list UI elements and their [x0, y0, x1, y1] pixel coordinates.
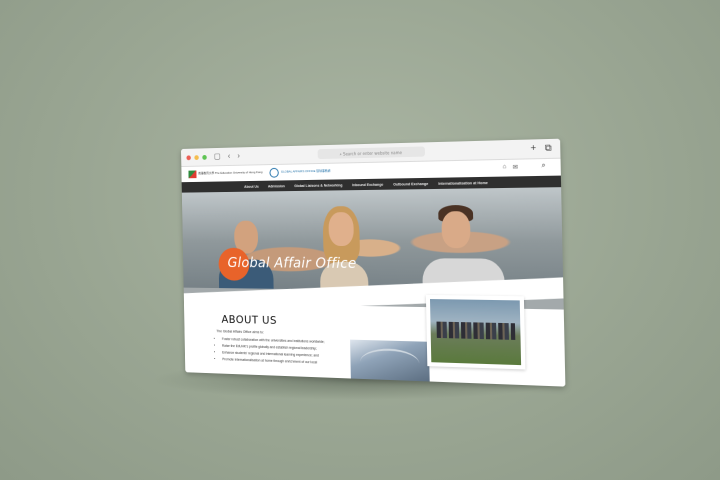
gao-logo[interactable]: GLOBAL AFFAIRS OFFICE 環球事務處 [270, 167, 331, 178]
nav-item-admission[interactable]: Admission [268, 184, 285, 188]
tabs-icon[interactable]: ⧉ [545, 142, 552, 154]
back-icon[interactable]: ‹ [228, 152, 231, 160]
browser-window: ▢ ‹ › ⌕ Search or enter website name + ⧉… [181, 139, 565, 387]
about-bullets: Foster robust collaboration with the uni… [216, 336, 325, 367]
hero-title: Global Affair Office [227, 255, 356, 271]
university-logo[interactable]: 香港教育大學 The Education University of Hong … [188, 169, 262, 178]
hero-photo-person [441, 211, 470, 248]
group-photo-image [430, 299, 521, 365]
about-intro: The Global Affairs Office aims to: [216, 329, 264, 334]
nav-item-internationalisation[interactable]: Internationalisation at Home [438, 180, 488, 185]
address-placeholder: Search or enter website name [343, 150, 402, 156]
about-section: ABOUT US The Global Affairs Office aims … [184, 303, 565, 387]
nav-item-outbound-exchange[interactable]: Outbound Exchange [393, 181, 428, 186]
group-photo-people [437, 322, 516, 340]
forward-icon[interactable]: › [237, 152, 240, 160]
mail-icon[interactable]: ✉ [513, 164, 518, 171]
campus-building-photo [350, 340, 430, 383]
new-tab-icon[interactable]: + [530, 142, 536, 154]
university-logo-mark [188, 170, 196, 178]
minimize-window-button[interactable] [194, 155, 199, 160]
mockup-scene: ▢ ‹ › ⌕ Search or enter website name + ⧉… [0, 0, 720, 480]
address-bar[interactable]: ⌕ Search or enter website name [318, 146, 425, 159]
nav-item-inbound-exchange[interactable]: Inbound Exchange [352, 182, 383, 187]
university-logo-text: 香港教育大學 The Education University of Hong … [198, 171, 262, 175]
hero-photo-person [328, 212, 354, 246]
gao-logo-mark [270, 168, 279, 178]
close-window-button[interactable] [186, 155, 190, 160]
group-photo [426, 295, 526, 370]
nav-item-global-liaisons[interactable]: Global Liaisons & Networking [294, 183, 342, 188]
sidebar-icon[interactable]: ▢ [214, 153, 221, 161]
gao-logo-text: GLOBAL AFFAIRS OFFICE 環球事務處 [281, 170, 331, 174]
nav-item-about-us[interactable]: About Us [244, 184, 259, 188]
home-icon[interactable]: ⌂ [502, 164, 506, 171]
about-title: ABOUT US [221, 313, 277, 327]
site-search-icon[interactable]: ⌕ [541, 162, 545, 170]
maximize-window-button[interactable] [202, 154, 207, 159]
